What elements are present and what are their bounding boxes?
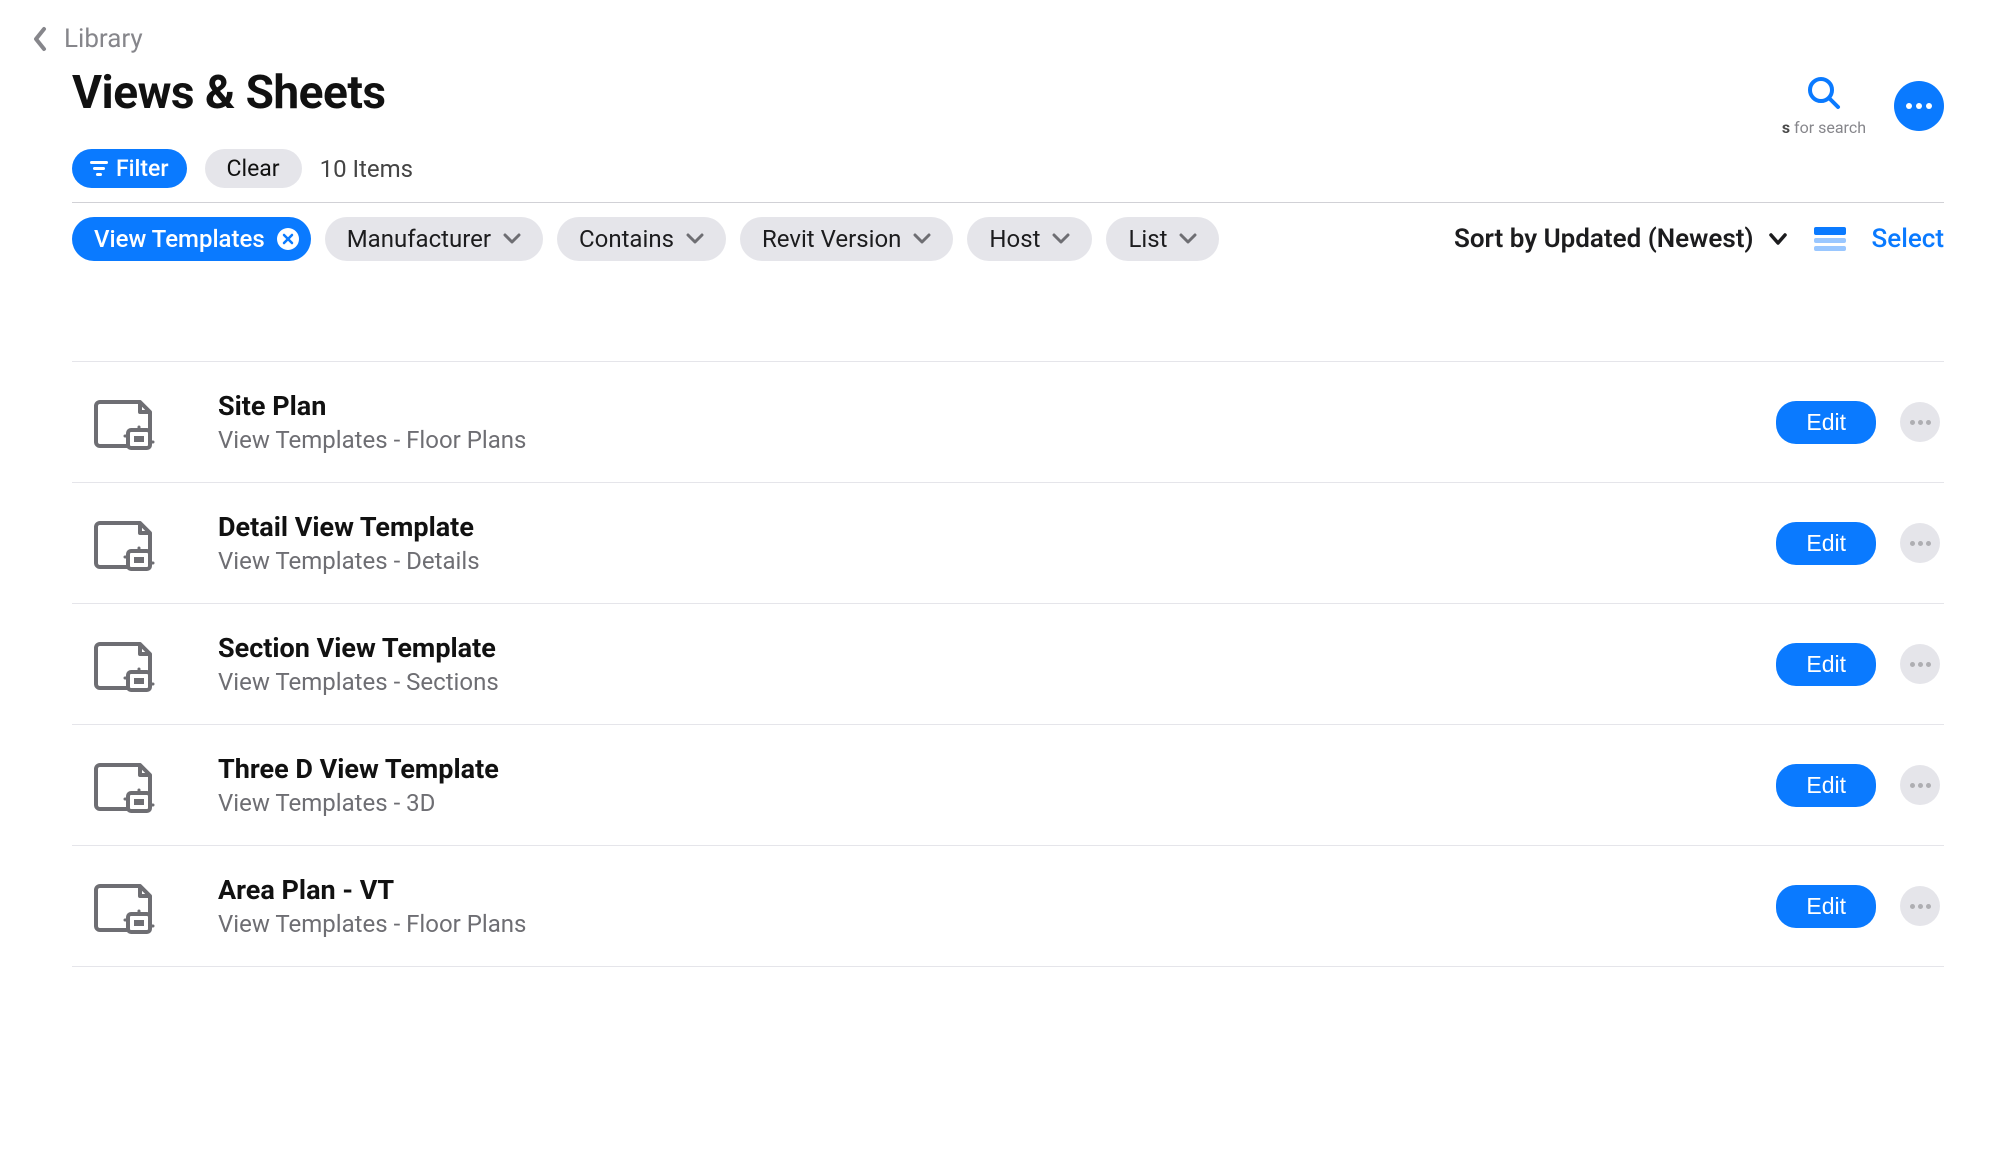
document-icon [92,636,162,692]
view-toggle-button[interactable] [1814,227,1846,251]
chevron-down-icon [913,233,931,245]
item-subtitle: View Templates - 3D [218,789,1776,817]
breadcrumb[interactable]: Library [28,24,1944,54]
more-icon [1910,420,1931,425]
divider [72,202,1944,203]
more-icon [1910,541,1931,546]
document-icon [92,878,162,934]
sort-label: Sort by Updated (Newest) [1454,224,1754,254]
list-view-icon [1814,227,1846,251]
chip-contains[interactable]: Contains [557,217,726,261]
edit-button[interactable]: Edit [1776,401,1876,444]
chip-label: Contains [579,225,674,253]
edit-button[interactable]: Edit [1776,885,1876,928]
clear-label: Clear [227,155,280,182]
chevron-left-icon[interactable] [28,27,52,51]
chevron-down-icon [1179,233,1197,245]
select-button[interactable]: Select [1872,224,1944,254]
item-list: Site Plan View Templates - Floor Plans E… [72,361,1944,967]
chevron-down-icon [1052,233,1070,245]
item-subtitle: View Templates - Sections [218,668,1776,696]
chevron-down-icon [686,233,704,245]
edit-button[interactable]: Edit [1776,643,1876,686]
filter-label: Filter [116,155,169,182]
document-icon [92,394,162,450]
chip-label: View Templates [94,225,265,253]
item-title: Section View Template [218,632,1776,664]
edit-button[interactable]: Edit [1776,522,1876,565]
chip-label: Revit Version [762,225,901,253]
chevron-down-icon [1768,232,1788,246]
item-title: Three D View Template [218,753,1776,785]
item-title: Area Plan - VT [218,874,1776,906]
item-subtitle: View Templates - Floor Plans [218,426,1776,454]
filter-button[interactable]: Filter [72,149,187,188]
chevron-down-icon [503,233,521,245]
chip-label: Manufacturer [347,225,491,253]
chip-list[interactable]: List [1106,217,1219,261]
item-subtitle: View Templates - Details [218,547,1776,575]
sort-dropdown[interactable]: Sort by Updated (Newest) [1454,224,1788,254]
item-count: 10 Items [320,155,413,183]
more-icon [1906,103,1932,109]
more-icon [1910,904,1931,909]
item-more-button[interactable] [1900,765,1940,805]
list-item[interactable]: Detail View Template View Templates - De… [72,482,1944,603]
item-more-button[interactable] [1900,523,1940,563]
filter-icon [90,161,108,176]
item-title: Detail View Template [218,511,1776,543]
document-icon [92,757,162,813]
chip-manufacturer[interactable]: Manufacturer [325,217,543,261]
item-title: Site Plan [218,390,1776,422]
list-item[interactable]: Area Plan - VT View Templates - Floor Pl… [72,845,1944,967]
more-icon [1910,783,1931,788]
list-item[interactable]: Section View Template View Templates - S… [72,603,1944,724]
chip-host[interactable]: Host [967,217,1092,261]
chip-label: Host [989,225,1040,253]
list-item[interactable]: Three D View Template View Templates - 3… [72,724,1944,845]
chip-label: List [1128,225,1167,253]
breadcrumb-label[interactable]: Library [64,24,143,54]
chip-view-templates[interactable]: View Templates [72,217,311,261]
edit-button[interactable]: Edit [1776,764,1876,807]
item-more-button[interactable] [1900,886,1940,926]
more-icon [1910,662,1931,667]
clear-button[interactable]: Clear [205,149,302,188]
search-icon [1805,74,1843,116]
search-hint: s for search [1782,118,1866,137]
more-menu-button[interactable] [1894,81,1944,131]
list-item[interactable]: Site Plan View Templates - Floor Plans E… [72,361,1944,482]
chip-revit-version[interactable]: Revit Version [740,217,953,261]
item-more-button[interactable] [1900,402,1940,442]
close-icon[interactable] [277,228,299,250]
search-button[interactable]: s for search [1782,74,1866,137]
page-title: Views & Sheets [72,66,386,120]
item-subtitle: View Templates - Floor Plans [218,910,1776,938]
document-icon [92,515,162,571]
item-more-button[interactable] [1900,644,1940,684]
